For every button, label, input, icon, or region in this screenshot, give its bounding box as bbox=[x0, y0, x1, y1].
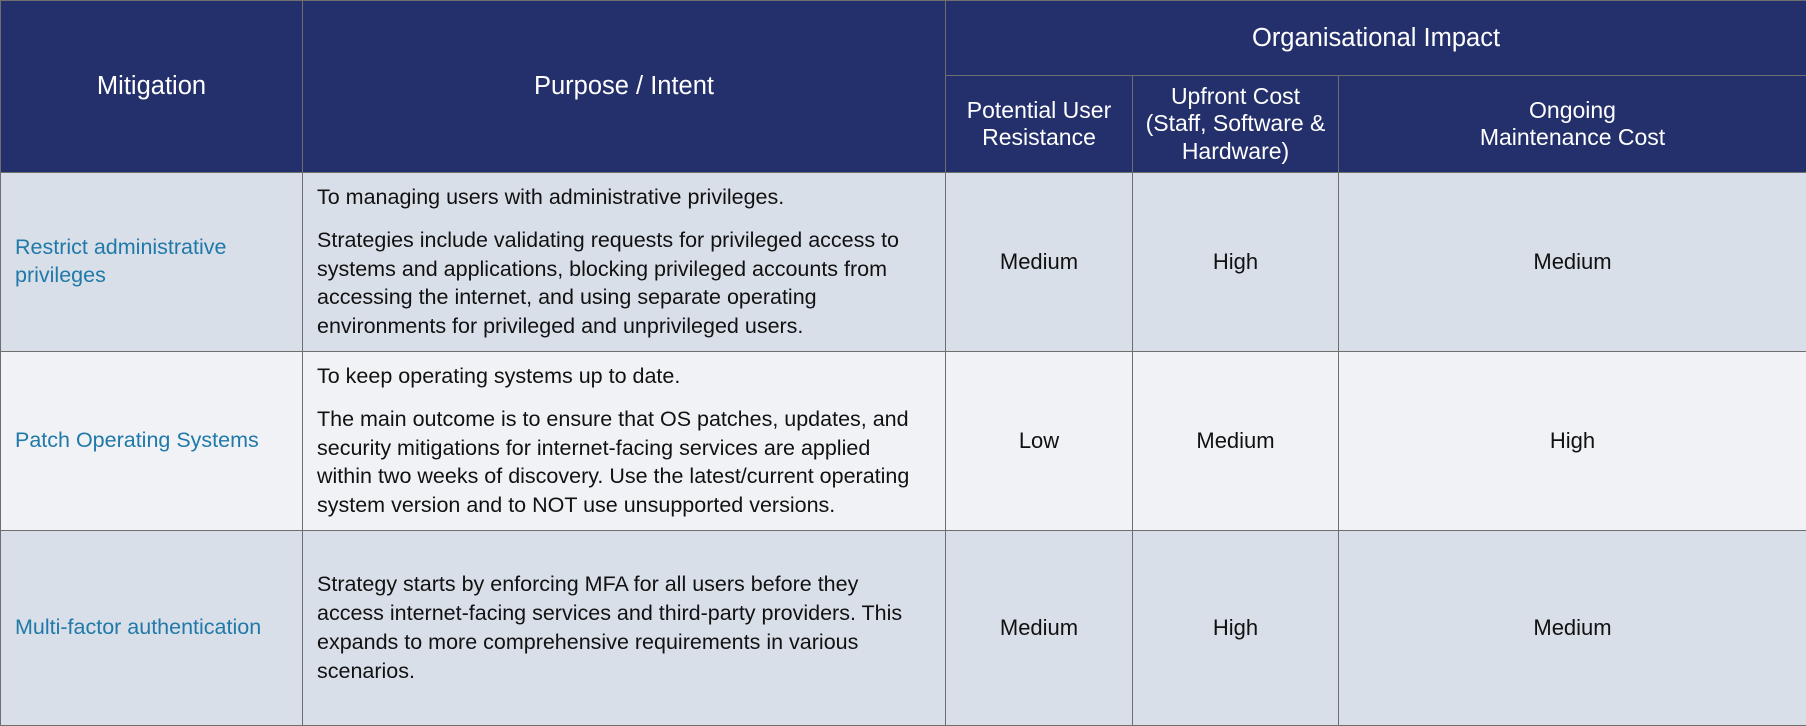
impact-potential-user-resistance: Low bbox=[946, 351, 1133, 530]
header-line: Upfront Cost bbox=[1171, 83, 1300, 109]
table-body: Restrict administrative privileges To ma… bbox=[1, 173, 1806, 726]
table-row: Restrict administrative privileges To ma… bbox=[1, 173, 1806, 352]
column-header-ongoing-maintenance-cost: Ongoing Maintenance Cost bbox=[1339, 76, 1806, 173]
mitigation-impact-table-container: Mitigation Purpose / Intent Organisation… bbox=[0, 0, 1806, 725]
purpose-paragraph: To keep operating systems up to date. bbox=[317, 362, 927, 391]
column-header-potential-user-resistance: Potential User Resistance bbox=[946, 76, 1133, 173]
impact-ongoing-maintenance-cost: High bbox=[1339, 351, 1806, 530]
column-header-organisational-impact: Organisational Impact bbox=[946, 1, 1806, 76]
purpose-paragraph: The main outcome is to ensure that OS pa… bbox=[317, 405, 927, 520]
table-row: Multi-factor authentication Strategy sta… bbox=[1, 530, 1806, 725]
purpose-paragraph: Strategies include validating requests f… bbox=[317, 226, 927, 341]
table-header: Mitigation Purpose / Intent Organisation… bbox=[1, 1, 1806, 173]
impact-upfront-cost: Medium bbox=[1133, 351, 1339, 530]
impact-potential-user-resistance: Medium bbox=[946, 530, 1133, 725]
purpose-paragraph: To managing users with administrative pr… bbox=[317, 183, 927, 212]
header-line: (Staff, Software & bbox=[1146, 110, 1326, 136]
header-line: Hardware) bbox=[1182, 138, 1289, 164]
impact-upfront-cost: High bbox=[1133, 530, 1339, 725]
mitigation-link[interactable]: Multi-factor authentication bbox=[1, 530, 303, 725]
header-line: Ongoing bbox=[1529, 97, 1616, 123]
impact-ongoing-maintenance-cost: Medium bbox=[1339, 173, 1806, 352]
mitigation-link[interactable]: Patch Operating Systems bbox=[1, 351, 303, 530]
purpose-paragraph: Strategy starts by enforcing MFA for all… bbox=[317, 570, 927, 685]
column-header-upfront-cost: Upfront Cost (Staff, Software & Hardware… bbox=[1133, 76, 1339, 173]
purpose-cell: To managing users with administrative pr… bbox=[303, 173, 946, 352]
column-header-purpose-intent: Purpose / Intent bbox=[303, 1, 946, 173]
mitigation-link[interactable]: Restrict administrative privileges bbox=[1, 173, 303, 352]
purpose-cell: Strategy starts by enforcing MFA for all… bbox=[303, 530, 946, 725]
impact-ongoing-maintenance-cost: Medium bbox=[1339, 530, 1806, 725]
header-line: Resistance bbox=[982, 124, 1096, 150]
purpose-cell: To keep operating systems up to date. Th… bbox=[303, 351, 946, 530]
mitigation-impact-table: Mitigation Purpose / Intent Organisation… bbox=[0, 0, 1806, 726]
header-row-top: Mitigation Purpose / Intent Organisation… bbox=[1, 1, 1806, 76]
header-line: Potential User bbox=[967, 97, 1111, 123]
impact-potential-user-resistance: Medium bbox=[946, 173, 1133, 352]
header-line: Maintenance Cost bbox=[1480, 124, 1665, 150]
table-row: Patch Operating Systems To keep operatin… bbox=[1, 351, 1806, 530]
impact-upfront-cost: High bbox=[1133, 173, 1339, 352]
column-header-mitigation: Mitigation bbox=[1, 1, 303, 173]
